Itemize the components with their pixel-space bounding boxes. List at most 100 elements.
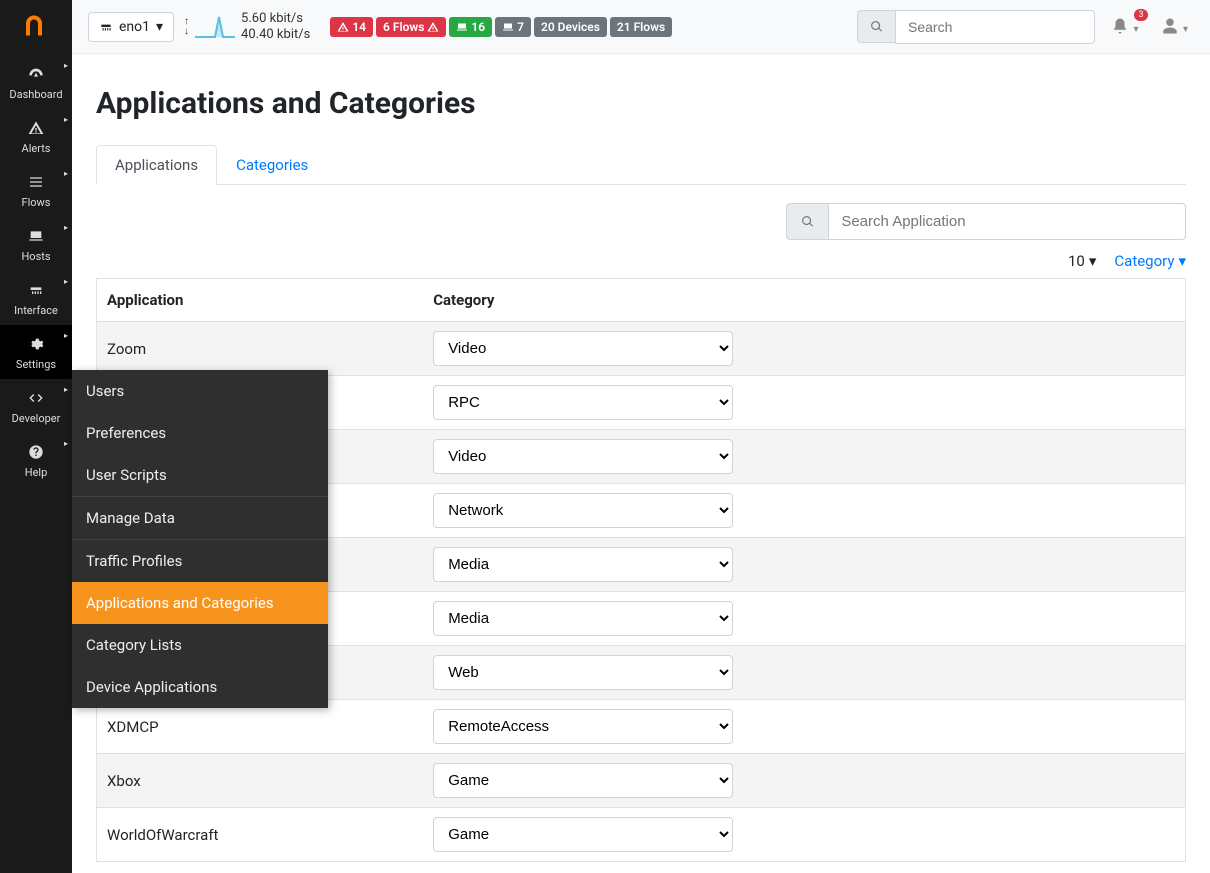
interface-selector[interactable]: eno1 ▾ — [88, 12, 174, 42]
search-icon — [870, 20, 883, 33]
caret-right-icon: ▸ — [64, 439, 68, 448]
tab-categories[interactable]: Categories — [217, 145, 327, 184]
submenu-item[interactable]: Applications and Categories — [72, 582, 328, 624]
notifications-button[interactable]: 3 ▾ — [1105, 12, 1145, 41]
status-badge[interactable]: 7 — [495, 17, 531, 37]
category-select[interactable]: GameVideoRPCNetworkMediaWebRemoteAccess — [433, 763, 733, 798]
search-icon — [801, 215, 814, 228]
submenu-item[interactable]: Preferences — [72, 412, 328, 454]
submenu-item[interactable]: Manage Data — [72, 496, 328, 539]
submenu-item[interactable]: Traffic Profiles — [72, 539, 328, 582]
sort-label: Category — [1114, 252, 1174, 270]
caret-down-icon: ▾ — [1133, 24, 1138, 35]
tab-applications[interactable]: Applications — [96, 145, 217, 185]
category-select[interactable]: RPCVideoNetworkMediaWebRemoteAccessGame — [433, 385, 733, 420]
cell-application: Xbox — [97, 754, 424, 808]
caret-down-icon: ▾ — [156, 19, 163, 35]
caret-right-icon: ▸ — [64, 169, 68, 178]
sidebar-item-interface[interactable]: Interface▸ — [0, 271, 72, 325]
cell-category: MediaVideoRPCNetworkWebRemoteAccessGame — [423, 538, 1185, 592]
cell-category: NetworkVideoRPCMediaWebRemoteAccessGame — [423, 484, 1185, 538]
col-category: Category — [423, 279, 1185, 322]
submenu-item[interactable]: User Scripts — [72, 454, 328, 496]
sidebar-item-alerts[interactable]: Alerts ▸ — [0, 109, 72, 163]
caret-right-icon: ▸ — [64, 115, 68, 124]
page-size-selector[interactable]: 10 ▾ — [1068, 252, 1096, 270]
application-search — [786, 203, 1186, 240]
sidebar-item-label: Alerts — [22, 142, 51, 155]
search-button[interactable] — [857, 10, 895, 43]
sidebar: Dashboard▸Alerts▸Flows▸Hosts▸Interface▸S… — [0, 0, 72, 873]
submenu-item[interactable]: Category Lists — [72, 624, 328, 666]
cell-category: GameVideoRPCNetworkMediaWebRemoteAccess — [423, 808, 1185, 862]
app-search-button[interactable] — [786, 203, 828, 240]
notif-badge: 3 — [1134, 9, 1147, 21]
submenu-item[interactable]: Users — [72, 370, 328, 412]
table-row: WorldOfWarcraft GameVideoRPCNetworkMediaW… — [97, 808, 1186, 862]
sidebar-item-label: Help — [25, 466, 48, 479]
cell-category: RemoteAccessVideoRPCNetworkMediaWebGame — [423, 700, 1185, 754]
code-icon — [4, 389, 68, 408]
warn-icon — [337, 21, 349, 33]
sparkline-icon — [195, 13, 235, 41]
status-badges: 14 6 Flows 16 7 20 Devices 21 Flows — [330, 17, 672, 37]
app-search-input[interactable] — [828, 203, 1186, 240]
status-badge[interactable]: 21 Flows — [610, 17, 672, 37]
sidebar-item-label: Dashboard — [9, 88, 62, 101]
topbar: eno1 ▾ ↑ ↓ 5.60 kbit/s 40.40 kbit/s 14 6 … — [72, 0, 1210, 54]
table-row: ZoomVideoRPCNetworkMediaWebRemoteAccessG… — [97, 322, 1186, 376]
category-select[interactable]: NetworkVideoRPCMediaWebRemoteAccessGame — [433, 493, 733, 528]
sidebar-item-hosts[interactable]: Hosts▸ — [0, 217, 72, 271]
sidebar-item-developer[interactable]: Developer ▸ — [0, 379, 72, 433]
category-select[interactable]: VideoRPCNetworkMediaWebRemoteAccessGame — [433, 331, 733, 366]
status-badge[interactable]: 16 — [449, 17, 492, 37]
sidebar-item-flows[interactable]: Flows▸ — [0, 163, 72, 217]
warn-icon — [427, 21, 439, 33]
caret-right-icon: ▸ — [64, 61, 68, 70]
logo[interactable] — [0, 0, 72, 55]
speed-up: 5.60 kbit/s — [241, 11, 310, 27]
badge-text: 7 — [517, 20, 524, 34]
status-badge[interactable]: 14 — [330, 17, 373, 37]
network-icon — [99, 20, 113, 34]
sidebar-item-label: Developer — [12, 412, 61, 425]
sidebar-item-label: Hosts — [21, 250, 50, 263]
laptop-icon — [502, 21, 514, 33]
bell-icon — [1111, 17, 1129, 35]
badge-text: 6 Flows — [383, 20, 424, 34]
sidebar-item-label: Interface — [14, 304, 58, 317]
cell-category: MediaVideoRPCNetworkWebRemoteAccessGame — [423, 592, 1185, 646]
status-badge[interactable]: 6 Flows — [376, 17, 446, 37]
user-menu-button[interactable]: ▾ — [1155, 12, 1195, 41]
sort-selector[interactable]: Category ▾ — [1114, 252, 1186, 270]
cell-category: VideoRPCNetworkMediaWebRemoteAccessGame — [423, 322, 1185, 376]
caret-down-icon: ▾ — [1089, 252, 1097, 270]
cell-application: WorldOfWarcraft — [97, 808, 424, 862]
cell-category: VideoRPCNetworkMediaWebRemoteAccessGame — [423, 430, 1185, 484]
category-select[interactable]: GameVideoRPCNetworkMediaWebRemoteAccess — [433, 817, 733, 852]
gear-icon — [4, 335, 68, 354]
table-row: Xbox GameVideoRPCNetworkMediaWebRemoteAcc… — [97, 754, 1186, 808]
user-icon — [1161, 17, 1179, 35]
status-badge[interactable]: 20 Devices — [534, 17, 607, 37]
category-select[interactable]: MediaVideoRPCNetworkWebRemoteAccessGame — [433, 601, 733, 636]
search-input[interactable] — [895, 10, 1095, 44]
gauge-icon — [4, 65, 68, 84]
category-select[interactable]: VideoRPCNetworkMediaWebRemoteAccessGame — [433, 439, 733, 474]
net-icon — [4, 281, 68, 300]
help-icon — [4, 443, 68, 462]
arrow-down-icon: ↓ — [184, 27, 189, 37]
caret-right-icon: ▸ — [64, 385, 68, 394]
page-size-value: 10 — [1068, 252, 1085, 270]
sidebar-item-settings[interactable]: Settings▸ — [0, 325, 72, 379]
category-select[interactable]: MediaVideoRPCNetworkWebRemoteAccessGame — [433, 547, 733, 582]
sidebar-item-dashboard[interactable]: Dashboard ▸ — [0, 55, 72, 109]
traffic-speed: ↑ ↓ 5.60 kbit/s 40.40 kbit/s — [184, 11, 310, 42]
badge-text: 20 Devices — [541, 20, 600, 34]
submenu-item[interactable]: Device Applications — [72, 666, 328, 708]
category-select[interactable]: RemoteAccessVideoRPCNetworkMediaWebGame — [433, 709, 733, 744]
category-select[interactable]: WebVideoRPCNetworkMediaRemoteAccessGame — [433, 655, 733, 690]
tabs: ApplicationsCategories — [96, 145, 1186, 185]
laptop-icon — [4, 227, 68, 246]
sidebar-item-help[interactable]: Help ▸ — [0, 433, 72, 487]
